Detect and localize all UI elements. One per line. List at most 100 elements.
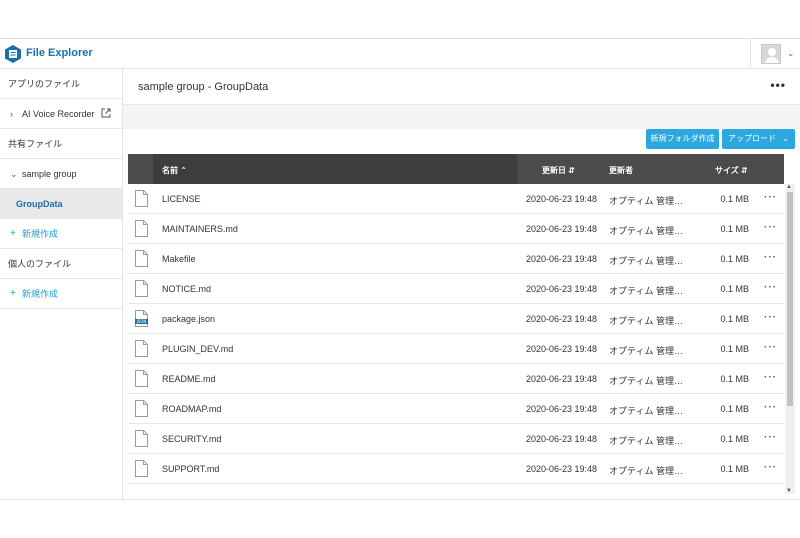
file-icon [135, 250, 148, 267]
sort-icon: ⇵ [741, 166, 748, 175]
table-row[interactable]: SECURITY.md 2020-06-23 19:48 オプティム 管理… 0.1 … [128, 424, 784, 454]
header-icon-column [128, 154, 153, 184]
scroll-up-icon[interactable]: ▲ [786, 184, 792, 190]
sidebar-item-sample-group[interactable]: ⌄ sample group [0, 159, 122, 189]
row-more-options-icon[interactable]: ··· [764, 342, 777, 353]
header-name-column-bg [153, 154, 517, 184]
scroll-down-icon[interactable]: ▼ [786, 488, 792, 494]
column-header-updater[interactable]: 更新者 [609, 165, 633, 176]
sidebar-item-label: AI Voice Recorder [22, 109, 95, 119]
file-size: 0.1 MB [720, 374, 749, 384]
row-more-options-icon[interactable]: ··· [764, 402, 777, 413]
upload-button-label: アップロード [728, 134, 777, 143]
column-header-name[interactable]: 名前 ⌃ [162, 165, 187, 176]
row-more-options-icon[interactable]: ··· [764, 462, 777, 473]
sidebar-item-ai-voice-recorder[interactable]: › AI Voice Recorder [0, 99, 122, 129]
file-name[interactable]: PLUGIN_DEV.md [162, 344, 233, 354]
avatar[interactable] [761, 44, 781, 64]
table-row[interactable]: README.md 2020-06-23 19:48 オプティム 管理… 0.1 MB… [128, 364, 784, 394]
chevron-down-icon: ⌄ [10, 169, 18, 179]
column-header-size[interactable]: サイズ ⇵ [715, 165, 748, 176]
file-updater: オプティム 管理… [609, 436, 683, 446]
json-file-icon: JSON [135, 310, 148, 327]
sidebar-item-label: GroupData [16, 199, 63, 209]
file-size: 0.1 MB [720, 194, 749, 204]
table-row[interactable]: PLUGIN_DEV.md 2020-06-23 19:48 オプティム 管理… 0.… [128, 334, 784, 364]
file-name[interactable]: MAINTAINERS.md [162, 224, 238, 234]
file-updater: オプティム 管理… [609, 256, 683, 266]
sidebar-new-personal-button[interactable]: + 新規作成 [0, 279, 122, 309]
file-updater: オプティム 管理… [609, 286, 683, 296]
chevron-down-icon: ⌄ [782, 134, 789, 143]
user-menu[interactable]: ⌄ [750, 39, 800, 68]
row-more-options-icon[interactable]: ··· [764, 222, 777, 233]
table-row[interactable]: NOTICE.md 2020-06-23 19:48 オプティム 管理… 0.1 MB… [128, 274, 784, 304]
file-modified: 2020-06-23 19:48 [526, 374, 598, 384]
file-name[interactable]: LICENSE [162, 194, 201, 204]
scrollbar[interactable]: ▲ ▼ [785, 184, 795, 494]
table-row[interactable]: ROADMAP.md 2020-06-23 19:48 オプティム 管理… 0.1 M… [128, 394, 784, 424]
scroll-thumb[interactable] [787, 192, 793, 406]
file-icon [135, 340, 148, 357]
file-name[interactable]: Makefile [162, 254, 196, 264]
column-header-modified[interactable]: 更新日 ⇵ [542, 165, 575, 176]
file-modified: 2020-06-23 19:48 [526, 464, 598, 474]
sidebar-item-groupdata[interactable]: GroupData [0, 189, 122, 219]
file-table: 名前 ⌃ 更新日 ⇵ 更新者 サイズ ⇵ ▲ ▼ LICENSE 2020-06-… [128, 154, 795, 500]
table-row[interactable]: Makefile 2020-06-23 19:48 オプティム 管理… 0.1 MB ·… [128, 244, 784, 274]
file-name[interactable]: SUPPORT.md [162, 464, 219, 474]
file-size: 0.1 MB [720, 224, 749, 234]
sort-asc-icon: ⌃ [180, 166, 187, 175]
file-modified: 2020-06-23 19:48 [526, 194, 598, 204]
file-updater: オプティム 管理… [609, 226, 683, 236]
external-link-icon[interactable] [101, 108, 111, 118]
file-name[interactable]: README.md [162, 374, 216, 384]
file-name[interactable]: SECURITY.md [162, 434, 221, 444]
row-more-options-icon[interactable]: ··· [764, 312, 777, 323]
sidebar-heading-personal-files: 個人のファイル [0, 249, 122, 279]
file-updater: オプティム 管理… [609, 466, 683, 476]
sidebar-new-shared-button[interactable]: + 新規作成 [0, 219, 122, 249]
row-more-options-icon[interactable]: ··· [764, 432, 777, 443]
file-icon [135, 460, 148, 477]
sidebar: アプリのファイル › AI Voice Recorder 共有ファイル ⌄ sa… [0, 69, 123, 500]
upload-button[interactable]: アップロード ⌄ [722, 129, 795, 149]
row-more-options-icon[interactable]: ··· [764, 192, 777, 203]
svg-text:JSON: JSON [136, 319, 147, 324]
file-name[interactable]: ROADMAP.md [162, 404, 221, 414]
table-row[interactable]: LICENSE 2020-06-23 19:48 オプティム 管理… 0.1 MB ··… [128, 184, 784, 214]
file-modified: 2020-06-23 19:48 [526, 314, 598, 324]
new-folder-button[interactable]: 新規フォルダ作成 [646, 129, 719, 149]
table-row[interactable]: SUPPORT.md 2020-06-23 19:48 オプティム 管理… 0.1 M… [128, 454, 784, 484]
app-title: File Explorer [26, 47, 93, 59]
file-size: 0.1 MB [720, 314, 749, 324]
file-icon [135, 430, 148, 447]
file-modified: 2020-06-23 19:48 [526, 344, 598, 354]
row-more-options-icon[interactable]: ··· [764, 282, 777, 293]
file-modified: 2020-06-23 19:48 [526, 284, 598, 294]
sidebar-item-label: sample group [22, 169, 77, 179]
file-name[interactable]: package.json [162, 314, 215, 324]
file-modified: 2020-06-23 19:48 [526, 404, 598, 414]
toolbar-background [123, 105, 800, 129]
file-size: 0.1 MB [720, 254, 749, 264]
table-body: LICENSE 2020-06-23 19:48 オプティム 管理… 0.1 MB ··… [128, 184, 784, 500]
breadcrumb: sample group - GroupData [138, 81, 269, 93]
plus-icon: + [10, 288, 16, 299]
plus-icon: + [10, 228, 16, 239]
file-modified: 2020-06-23 19:48 [526, 434, 598, 444]
file-icon [135, 400, 148, 417]
chevron-down-icon[interactable]: ⌄ [787, 48, 795, 59]
more-options-icon[interactable]: ••• [770, 78, 786, 92]
row-more-options-icon[interactable]: ··· [764, 252, 777, 263]
file-updater: オプティム 管理… [609, 406, 683, 416]
file-explorer-logo-icon [5, 45, 21, 63]
file-name[interactable]: NOTICE.md [162, 284, 211, 294]
row-more-options-icon[interactable]: ··· [764, 372, 777, 383]
table-row[interactable]: MAINTAINERS.md 2020-06-23 19:48 オプティム 管理… 0… [128, 214, 784, 244]
table-row[interactable]: JSON package.json 2020-06-23 19:48 オプティム 管理… [128, 304, 784, 334]
breadcrumb-bar: sample group - GroupData ••• [123, 69, 800, 105]
chevron-right-icon: › [10, 109, 13, 119]
divider [0, 499, 800, 500]
table-header: 名前 ⌃ 更新日 ⇵ 更新者 サイズ ⇵ [128, 154, 784, 184]
